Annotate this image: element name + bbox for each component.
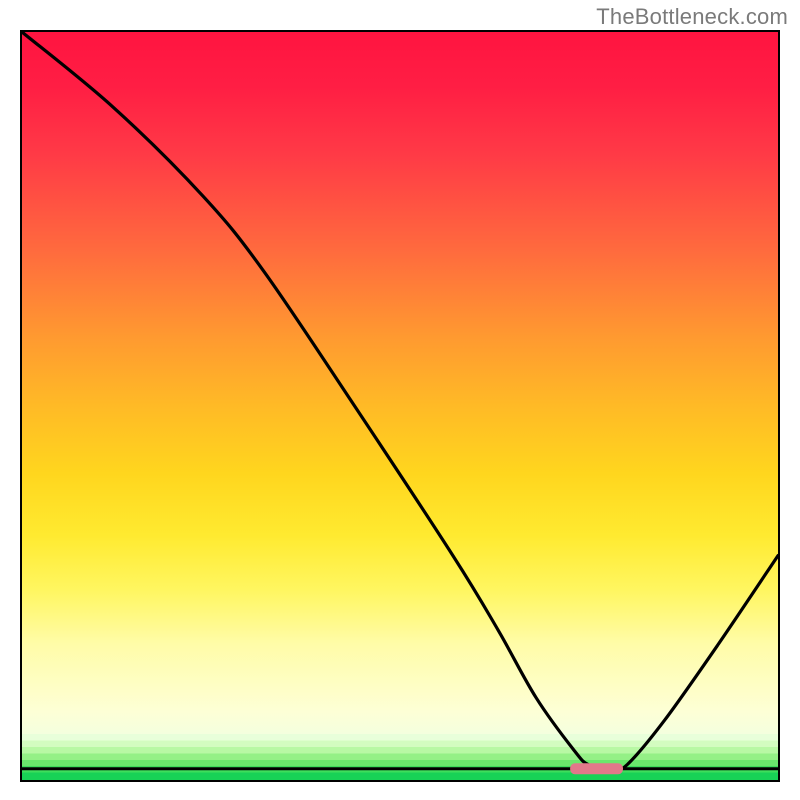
bottleneck-curve: [22, 32, 778, 770]
chart-plot-area: [20, 30, 780, 782]
optimum-marker: [570, 763, 623, 774]
watermark-text: TheBottleneck.com: [596, 4, 788, 30]
chart-overlay: [22, 32, 778, 780]
